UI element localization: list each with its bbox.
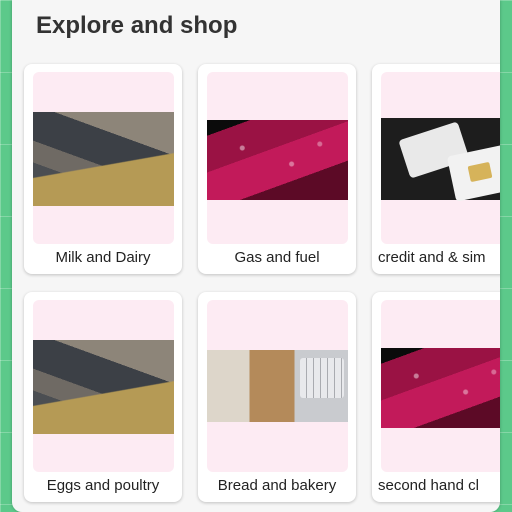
category-label: Milk and Dairy (55, 249, 151, 266)
category-grid: Milk and Dairy Gas and fuel credit and &… (24, 64, 500, 502)
page-title: Explore and shop (36, 12, 238, 39)
category-tile (207, 72, 348, 244)
category-label: credit and & sim (378, 249, 486, 266)
category-card-credit-sim[interactable]: credit and & sim (372, 64, 500, 274)
category-card-gas-fuel[interactable]: Gas and fuel (198, 64, 356, 274)
category-label: Gas and fuel (234, 249, 320, 266)
explore-panel: Explore and shop Milk and Dairy Gas and … (12, 0, 500, 512)
category-card-eggs-poultry[interactable]: Eggs and poultry (24, 292, 182, 502)
category-tile (381, 72, 500, 244)
category-tile (33, 300, 174, 472)
category-label: second hand cl (378, 477, 479, 494)
sim-card-photo (381, 118, 500, 202)
desk-photo (207, 350, 348, 422)
category-label: Bread and bakery (217, 477, 337, 494)
red-leaf-photo (207, 120, 348, 200)
category-card-milk-dairy[interactable]: Milk and Dairy (24, 64, 182, 274)
category-tile (207, 300, 348, 472)
red-leaf-photo (381, 348, 500, 428)
category-tile (33, 72, 174, 244)
category-card-bread-bakery[interactable]: Bread and bakery (198, 292, 356, 502)
mountain-photo (33, 340, 174, 434)
category-card-second-hand[interactable]: second hand cl (372, 292, 500, 502)
category-tile (381, 300, 500, 472)
keyboard-shape (300, 358, 344, 398)
category-label: Eggs and poultry (46, 477, 160, 494)
mountain-photo (33, 112, 174, 206)
